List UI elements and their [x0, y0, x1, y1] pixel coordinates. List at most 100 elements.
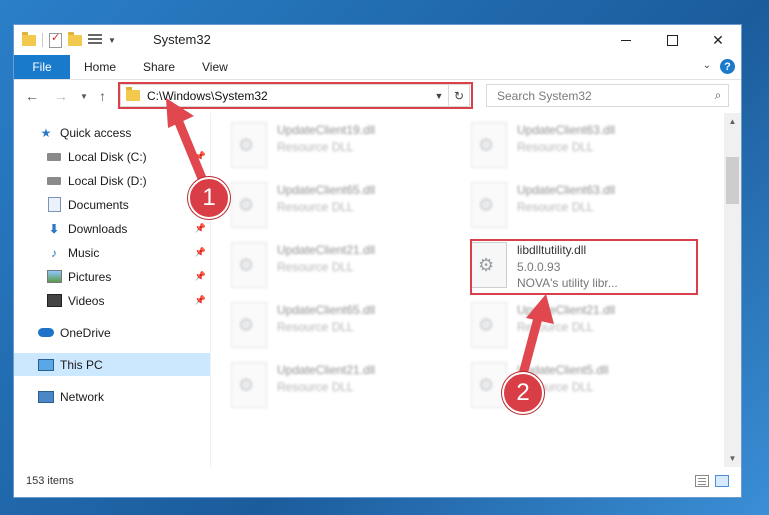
- scrollbar-thumb[interactable]: [726, 157, 739, 204]
- dll-file-icon: [471, 302, 507, 348]
- file-item[interactable]: UpdateClient5.dllResource DLL: [461, 359, 681, 409]
- sidebar-item-downloads[interactable]: ⬇ Downloads 📌: [14, 217, 210, 240]
- address-dropdown-icon[interactable]: ▼: [430, 91, 448, 101]
- file-list: UpdateClient19.dll Resource DLL UpdateCli…: [211, 113, 726, 467]
- maximize-button[interactable]: [649, 25, 695, 55]
- sidebar-item-local-disk-d[interactable]: Local Disk (D:): [14, 169, 210, 192]
- search-box[interactable]: ⌕: [486, 84, 729, 107]
- dll-file-icon: [231, 362, 267, 408]
- file-name: libdlltutility.dll: [517, 243, 587, 257]
- pin-icon[interactable]: 📌: [195, 151, 206, 162]
- dll-file-icon: [471, 362, 507, 408]
- file-item[interactable]: UpdateClient65.dll Resource DLL: [221, 299, 441, 349]
- search-input[interactable]: [495, 87, 708, 104]
- dll-file-icon: [231, 182, 267, 228]
- sidebar-item-label: Downloads: [68, 221, 128, 236]
- tab-view[interactable]: View: [202, 55, 228, 79]
- sidebar-item-label: Quick access: [60, 125, 132, 140]
- large-icons-view-icon[interactable]: [715, 475, 729, 487]
- download-icon: ⬇: [48, 221, 60, 236]
- target-file-item[interactable]: libdlltutility.dll 5.0.0.93 NOVA's utili…: [461, 239, 681, 293]
- file-type: Resource DLL: [277, 380, 354, 394]
- back-arrow-icon[interactable]: ←: [25, 88, 39, 104]
- sidebar-item-label: This PC: [60, 357, 103, 372]
- customize-toolbar-icon[interactable]: [88, 34, 102, 46]
- file-name: UpdateClient65.dll: [277, 183, 376, 197]
- music-icon: ♪: [51, 245, 57, 260]
- refresh-icon[interactable]: ↻: [448, 85, 469, 106]
- tab-home[interactable]: Home: [84, 55, 116, 79]
- pin-icon[interactable]: 📌: [195, 295, 206, 306]
- drive-icon: [46, 150, 62, 164]
- file-type: Resource DLL: [277, 200, 354, 214]
- sidebar-item-onedrive[interactable]: OneDrive: [14, 321, 210, 344]
- pin-icon[interactable]: 📌: [195, 223, 206, 234]
- step-1-badge: 1: [188, 177, 230, 219]
- file-name: UpdateClient21.dll: [517, 303, 616, 317]
- file-name: UpdateClient21.dll: [277, 363, 376, 377]
- window-title: System32: [153, 32, 211, 47]
- file-item[interactable]: UpdateClient21.dll Resource DLL: [461, 299, 681, 349]
- sidebar-item-label: Local Disk (C:): [68, 149, 147, 164]
- pin-icon[interactable]: 📌: [195, 271, 206, 282]
- sidebar-item-videos[interactable]: Videos 📌: [14, 289, 210, 312]
- file-item[interactable]: UpdateClient21.dll Resource DLL: [221, 239, 441, 289]
- sidebar-item-music[interactable]: ♪ Music 📌: [14, 241, 210, 264]
- scroll-up-icon[interactable]: ▲: [724, 113, 741, 130]
- properties-check-icon[interactable]: [49, 31, 62, 48]
- file-type: Resource DLL: [517, 200, 594, 214]
- tab-share[interactable]: Share: [143, 55, 175, 79]
- file-item[interactable]: UpdateClient63.dll Resource DLL: [461, 179, 681, 229]
- ribbon-tabs: File Home Share View ⌄ ?: [14, 55, 741, 80]
- dll-file-icon: [471, 182, 507, 228]
- navigation-pane: ★ Quick access Local Disk (C:) 📌 Local D…: [14, 113, 211, 467]
- sidebar-item-label: Local Disk (D:): [68, 173, 147, 188]
- vertical-scrollbar[interactable]: ▲ ▼: [724, 113, 741, 467]
- minimize-icon: [621, 39, 631, 41]
- explorer-window: ▼ System32 ✕ File Home Share View ⌄ ? ← …: [13, 24, 742, 498]
- recent-locations-icon[interactable]: ▼: [80, 92, 88, 101]
- search-icon[interactable]: ⌕: [708, 88, 728, 103]
- file-item[interactable]: UpdateClient19.dll Resource DLL: [221, 119, 441, 169]
- details-view-icon[interactable]: [695, 475, 709, 487]
- address-bar[interactable]: C:\Windows\System32 ▼ ↻: [120, 84, 470, 107]
- sidebar-item-this-pc[interactable]: This PC: [14, 353, 210, 376]
- sidebar-item-local-disk-c[interactable]: Local Disk (C:) 📌: [14, 145, 210, 168]
- scroll-down-icon[interactable]: ▼: [724, 450, 741, 467]
- close-button[interactable]: ✕: [695, 25, 741, 55]
- help-icon[interactable]: ?: [720, 59, 735, 74]
- new-folder-icon[interactable]: [68, 31, 82, 46]
- sidebar-item-documents[interactable]: Documents: [14, 193, 210, 216]
- dll-file-icon: [231, 302, 267, 348]
- item-count: 153 items: [26, 475, 74, 487]
- video-icon: [46, 294, 62, 308]
- up-arrow-icon[interactable]: ↑: [99, 88, 106, 104]
- sidebar-item-label: Pictures: [68, 269, 112, 284]
- file-item[interactable]: UpdateClient65.dll Resource DLL: [221, 179, 441, 229]
- status-bar: 153 items: [14, 467, 741, 497]
- sidebar-item-label: Documents: [68, 197, 129, 212]
- file-item[interactable]: UpdateClient63.dll Resource DLL: [461, 119, 681, 169]
- address-path[interactable]: C:\Windows\System32: [147, 89, 430, 103]
- sidebar-item-label: Videos: [68, 293, 105, 308]
- file-type: Resource DLL: [517, 320, 594, 334]
- file-type: Resource DLL: [277, 260, 354, 274]
- file-description: NOVA's utility libr...: [517, 276, 618, 290]
- file-type: Resource DLL: [517, 140, 594, 154]
- sidebar-item-label: OneDrive: [60, 325, 111, 340]
- toolbar-dropdown-icon[interactable]: ▼: [108, 36, 116, 45]
- expand-ribbon-icon[interactable]: ⌄: [703, 60, 711, 71]
- forward-arrow-icon[interactable]: →: [54, 88, 68, 104]
- file-item[interactable]: UpdateClient21.dll Resource DLL: [221, 359, 441, 409]
- file-name: UpdateClient63.dll: [517, 123, 616, 137]
- tab-file[interactable]: File: [14, 55, 70, 79]
- dll-file-icon: [231, 242, 267, 288]
- file-type: Resource DLL: [277, 140, 354, 154]
- pin-icon[interactable]: 📌: [195, 247, 206, 258]
- minimize-button[interactable]: [603, 25, 649, 55]
- sidebar-item-quick-access[interactable]: ★ Quick access: [14, 121, 210, 144]
- sidebar-item-network[interactable]: Network: [14, 385, 210, 408]
- folder-icon: [22, 31, 36, 46]
- pictures-icon: [46, 270, 62, 284]
- sidebar-item-pictures[interactable]: Pictures 📌: [14, 265, 210, 288]
